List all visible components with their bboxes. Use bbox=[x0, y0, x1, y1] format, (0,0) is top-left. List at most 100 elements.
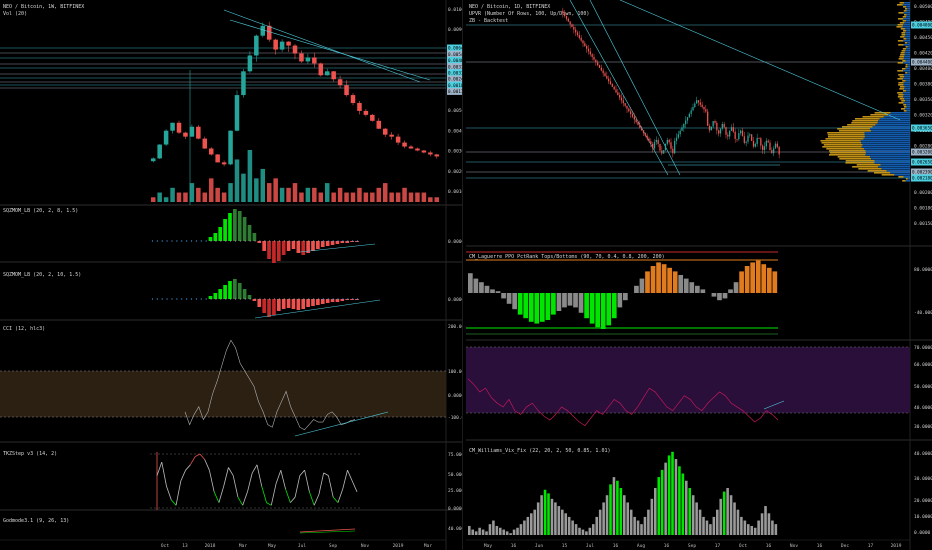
williams-bar bbox=[478, 527, 481, 535]
williams-bar bbox=[492, 520, 495, 535]
volume-profile-down bbox=[903, 84, 910, 86]
volume-profile-down bbox=[904, 86, 910, 88]
weekly-candle bbox=[208, 148, 214, 155]
williams-bar bbox=[474, 531, 478, 535]
volume-profile-down bbox=[906, 6, 910, 8]
volume-bar bbox=[415, 192, 420, 202]
williams-bar bbox=[561, 509, 564, 535]
sqz2-dot bbox=[229, 298, 232, 300]
laguerre-bar bbox=[700, 289, 706, 293]
x-tick-3: Mar bbox=[239, 543, 247, 549]
sqz2-bar bbox=[301, 299, 306, 309]
volume-profile-up bbox=[827, 132, 865, 134]
williams-bar bbox=[595, 516, 599, 535]
daily-chart-svg[interactable]: NEO / Bitcoin, 1D, BITFINEXUPVR (Number … bbox=[466, 0, 932, 550]
sqz2-dot bbox=[293, 298, 295, 300]
williams-bar bbox=[519, 524, 523, 535]
volume-profile-down bbox=[875, 124, 910, 126]
daily-candle bbox=[719, 128, 722, 134]
daily-candle bbox=[653, 142, 656, 149]
sqz2-bar bbox=[311, 299, 315, 306]
daily-candle bbox=[611, 84, 613, 87]
daily-candle bbox=[641, 127, 643, 131]
volume-profile-down bbox=[903, 24, 910, 26]
laguerre-bar bbox=[567, 293, 573, 306]
tkz-line-seg bbox=[275, 470, 282, 484]
volume-profile-down bbox=[888, 114, 910, 116]
weekly-candle bbox=[150, 158, 156, 162]
volume-profile-up bbox=[900, 36, 905, 38]
volume-profile-down bbox=[906, 14, 910, 16]
price-tag-0: 0.004800 bbox=[912, 23, 932, 29]
price-tick-8: 0.002000 bbox=[448, 169, 462, 175]
laguerre-bar bbox=[562, 293, 567, 308]
williams-tick-1: 30.0000 bbox=[914, 476, 932, 482]
laguerre-bar bbox=[517, 293, 523, 315]
volume-profile-down bbox=[861, 146, 910, 148]
daily-candle bbox=[597, 62, 599, 66]
weekly-chart-svg[interactable]: NEO / Bitcoin, 1W, BITFINEXVol (20) 0.010… bbox=[0, 0, 462, 550]
laguerre-bar bbox=[473, 278, 479, 293]
sqz2-dot bbox=[215, 298, 217, 300]
x-tick-5: Jul bbox=[298, 543, 306, 549]
williams-bar bbox=[750, 525, 754, 535]
sqz2-bar bbox=[286, 299, 291, 308]
x-tick-0: May bbox=[484, 543, 492, 549]
volume-bar bbox=[157, 192, 162, 202]
daily-candle bbox=[642, 130, 645, 134]
weekly-candle bbox=[389, 134, 394, 137]
daily-candle bbox=[661, 150, 663, 154]
x-tick-11: 16 bbox=[766, 543, 772, 549]
price-tick-5: 0.005000 bbox=[448, 108, 462, 114]
sqz2-dot bbox=[151, 298, 154, 300]
sqz2-bar bbox=[306, 299, 310, 307]
price-tag-2: 0.003650 bbox=[912, 126, 932, 132]
sqz1-bar bbox=[335, 241, 340, 244]
williams-bar bbox=[578, 527, 581, 535]
daily-candle bbox=[734, 131, 736, 139]
volume-profile-down bbox=[902, 26, 910, 28]
daily-candle bbox=[714, 121, 716, 123]
sqz1-dot bbox=[195, 240, 197, 242]
volume-profile-up bbox=[828, 154, 866, 156]
sqz1-dot bbox=[269, 240, 271, 242]
sqz1-dot bbox=[327, 240, 329, 242]
sqz1-dot bbox=[171, 240, 173, 242]
weekly-candle bbox=[286, 41, 291, 46]
left-chart-pane[interactable]: NEO / Bitcoin, 1W, BITFINEX Vol (20) 0.010… bbox=[0, 0, 463, 550]
volume-profile-up bbox=[897, 62, 904, 64]
weekly-candle bbox=[312, 57, 317, 64]
daily-candle bbox=[763, 146, 766, 151]
trendline-lower bbox=[229, 19, 431, 81]
weekly-candle bbox=[415, 148, 420, 151]
williams-bar bbox=[512, 529, 516, 535]
tkz-line-seg bbox=[318, 472, 325, 495]
sqz1-dot bbox=[156, 240, 158, 242]
daily-candle bbox=[718, 130, 720, 134]
volume-profile-up bbox=[870, 114, 889, 116]
laguerre-bar bbox=[683, 278, 689, 293]
tkz-line-seg bbox=[199, 453, 205, 460]
volume-profile-up bbox=[897, 70, 904, 72]
volume-profile-up bbox=[905, 72, 908, 74]
weekly-candle bbox=[402, 142, 407, 147]
tkz-tick-1: 50.0000 bbox=[448, 472, 462, 478]
tkz-line-seg bbox=[194, 453, 201, 458]
volume-profile-up bbox=[881, 174, 895, 176]
daily-candle bbox=[685, 120, 687, 124]
williams-bar bbox=[691, 495, 695, 535]
williams-bar bbox=[533, 509, 537, 535]
volume-profile-down bbox=[903, 176, 910, 178]
volume-bar bbox=[324, 183, 330, 202]
volume-profile-up bbox=[902, 180, 906, 182]
volume-profile-down bbox=[906, 48, 910, 50]
right-chart-pane[interactable]: NEO / Bitcoin, 1D, BITFINEX UPVR (Number … bbox=[466, 0, 932, 550]
laguerre-bar bbox=[728, 289, 733, 293]
sqz1-bar bbox=[355, 241, 359, 242]
sqz2-title: SQZMOM_LB (20, 2, 10, 1.5) bbox=[3, 272, 81, 278]
sqz1-dot bbox=[347, 240, 349, 242]
volume-profile-up bbox=[851, 122, 878, 124]
volume-profile-up bbox=[847, 124, 876, 126]
sqz2-dot bbox=[234, 298, 237, 300]
sqz1-bar bbox=[247, 225, 252, 241]
